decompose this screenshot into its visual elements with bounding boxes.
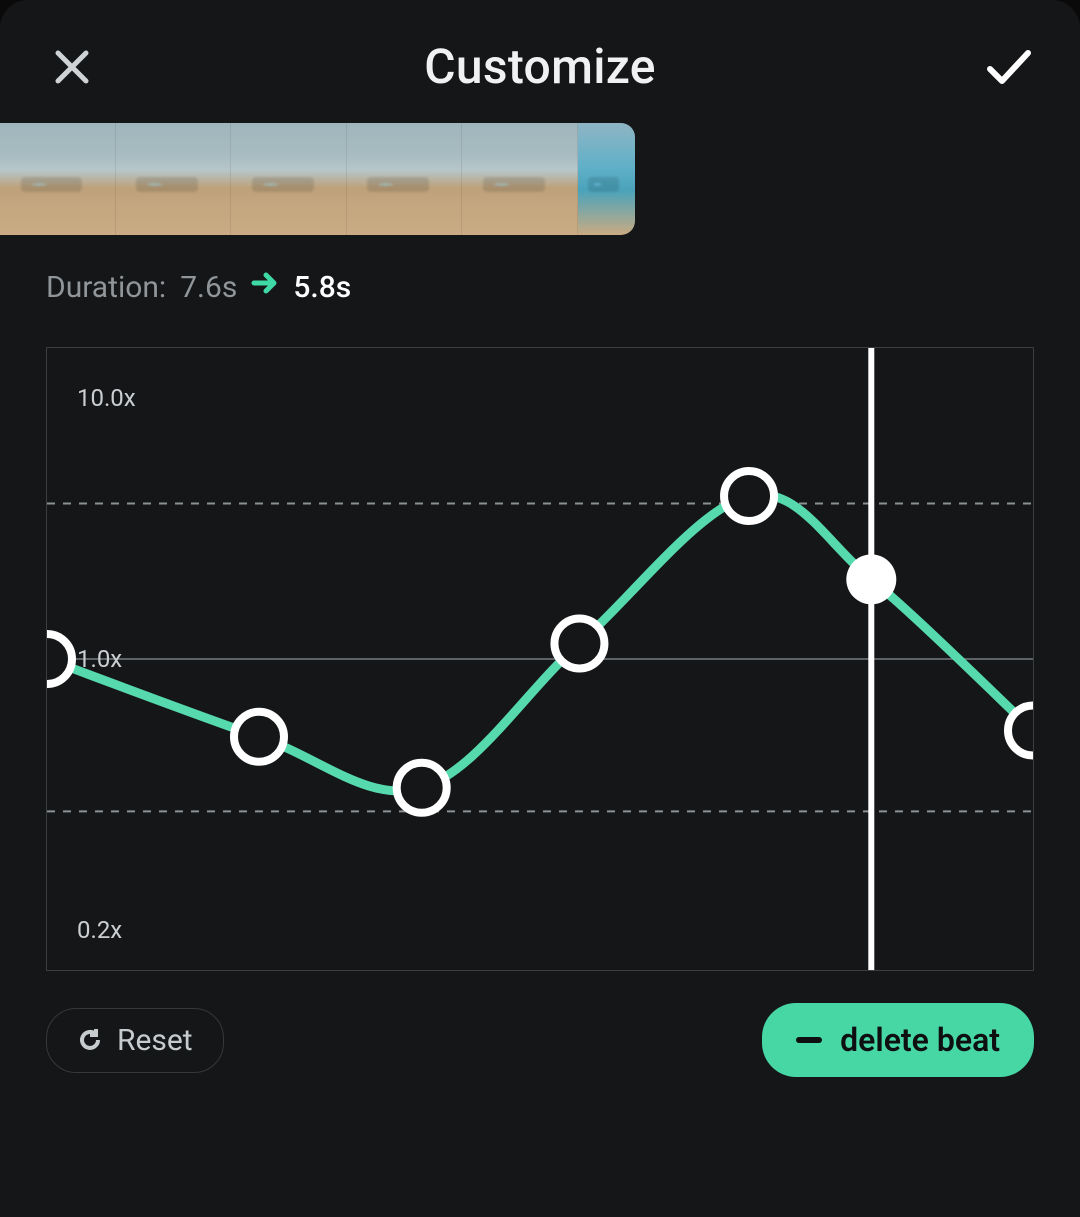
speed-point[interactable] [554,618,604,668]
thumbnail-frame [116,123,232,235]
speed-curve-svg [47,348,1033,970]
confirm-button[interactable] [980,39,1036,95]
customize-panel: Customize Duration: 7.6s 5.8s 10.0x 1.0x 0.… [0,0,1080,1217]
reset-button[interactable]: Reset [46,1008,224,1073]
reset-label: Reset [117,1023,193,1058]
reset-icon [77,1027,103,1053]
page-title: Customize [424,38,656,95]
check-icon [982,41,1034,93]
speed-point-selected[interactable] [846,554,896,604]
speed-point[interactable] [47,634,72,684]
thumbnail-frame [578,123,635,235]
thumbnail-frame [462,123,578,235]
minus-icon [796,1037,822,1043]
footer-actions: Reset delete beat [0,971,1080,1077]
arrow-right-icon [251,269,279,305]
speed-curve-line [47,495,1033,791]
close-icon [52,47,92,87]
clip-thumbnail-strip[interactable] [0,123,635,235]
speed-curve-editor[interactable]: 10.0x 1.0x 0.2x [46,347,1034,971]
duration-old-value: 7.6s [180,270,237,305]
chart-y-tick: 1.0x [77,645,122,673]
header: Customize [0,0,1080,95]
chart-y-tick: 10.0x [77,384,136,412]
speed-point[interactable] [397,763,447,813]
close-button[interactable] [44,39,100,95]
duration-label: Duration: [46,270,166,305]
delete-beat-label: delete beat [840,1021,1000,1059]
thumbnail-frame [347,123,463,235]
thumbnail-frame [231,123,347,235]
thumbnail-frame [0,123,116,235]
speed-point[interactable] [1008,706,1033,756]
speed-point[interactable] [234,712,284,762]
chart-y-tick: 0.2x [77,916,122,944]
delete-beat-button[interactable]: delete beat [762,1003,1034,1077]
speed-point[interactable] [724,471,774,521]
duration-new-value: 5.8s [293,270,351,305]
duration-row: Duration: 7.6s 5.8s [0,235,1080,305]
